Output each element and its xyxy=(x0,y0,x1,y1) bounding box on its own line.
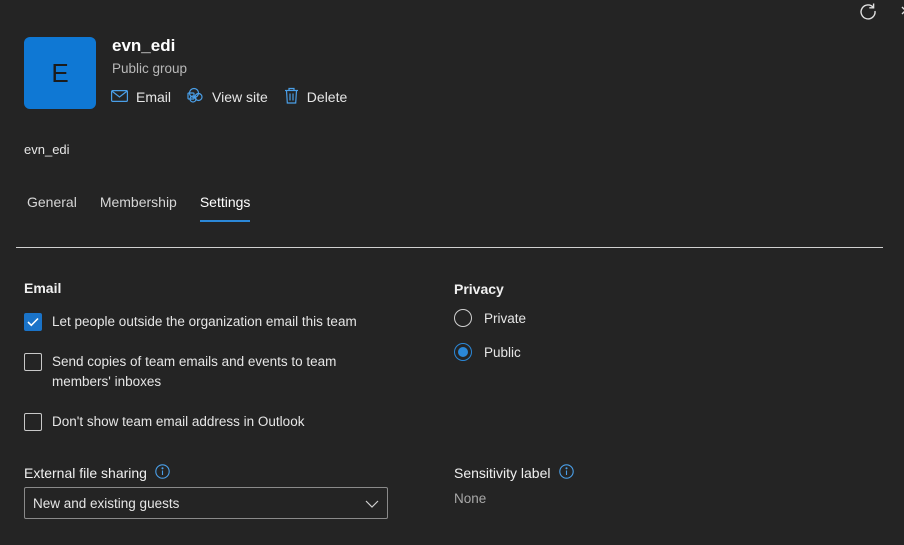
checkbox-send-copies[interactable] xyxy=(24,353,42,371)
email-option-external[interactable]: Let people outside the organization emai… xyxy=(24,313,357,332)
group-type: Public group xyxy=(112,61,188,76)
email-button-label: Email xyxy=(136,89,172,105)
view-site-button[interactable]: View site xyxy=(187,87,268,107)
info-icon[interactable] xyxy=(551,464,574,482)
tab-settings[interactable]: Settings xyxy=(199,194,250,222)
checkbox-external-email[interactable] xyxy=(24,313,42,331)
tab-divider xyxy=(16,247,883,248)
privacy-option-public[interactable]: Public xyxy=(454,343,521,361)
header-actions: Email View site Delete xyxy=(111,87,363,107)
checkmark-icon xyxy=(27,315,39,330)
group-avatar: E xyxy=(24,37,96,109)
close-icon[interactable] xyxy=(897,1,904,21)
group-name: evn_edi xyxy=(112,36,176,55)
external-sharing-label: External file sharing xyxy=(24,465,147,481)
sensitivity-title: Sensitivity label xyxy=(454,464,574,482)
email-option-label: Send copies of team emails and events to… xyxy=(52,354,337,389)
trash-icon xyxy=(284,87,307,107)
dropdown-selected-value: New and existing guests xyxy=(33,495,180,511)
email-option-label: Don't show team email address in Outlook xyxy=(52,414,305,429)
privacy-section-title: Privacy xyxy=(454,281,504,297)
checkbox-hide-address[interactable] xyxy=(24,413,42,431)
sharepoint-icon xyxy=(187,87,212,107)
privacy-option-label: Public xyxy=(484,344,521,360)
group-description: evn_edi xyxy=(24,142,70,157)
external-sharing-title: External file sharing xyxy=(24,464,170,482)
info-icon[interactable] xyxy=(147,464,170,482)
email-button[interactable]: Email xyxy=(111,89,171,106)
sensitivity-value: None xyxy=(454,491,487,506)
radio-public[interactable] xyxy=(454,343,472,361)
chevron-down-icon xyxy=(365,496,379,511)
avatar-letter: E xyxy=(51,57,69,88)
view-site-button-label: View site xyxy=(212,89,268,105)
email-option-label: Let people outside the organization emai… xyxy=(52,314,357,329)
radio-selected-dot xyxy=(458,347,468,357)
refresh-icon[interactable] xyxy=(858,1,878,21)
delete-button-label: Delete xyxy=(306,89,348,105)
privacy-option-label: Private xyxy=(484,310,527,326)
mail-icon xyxy=(111,89,136,106)
email-section-title: Email xyxy=(24,280,62,296)
delete-button[interactable]: Delete xyxy=(284,87,347,107)
sensitivity-label: Sensitivity label xyxy=(454,465,551,481)
tab-membership[interactable]: Membership xyxy=(100,194,177,222)
email-option-hide-address[interactable]: Don't show team email address in Outlook xyxy=(24,413,304,432)
external-sharing-dropdown[interactable]: New and existing guests xyxy=(24,487,388,519)
tab-bar: General Membership Settings xyxy=(27,194,273,222)
tab-general[interactable]: General xyxy=(27,194,77,222)
privacy-option-private[interactable]: Private xyxy=(454,309,526,327)
radio-private[interactable] xyxy=(454,309,472,327)
email-option-copies[interactable]: Send copies of team emails and events to… xyxy=(24,353,364,392)
